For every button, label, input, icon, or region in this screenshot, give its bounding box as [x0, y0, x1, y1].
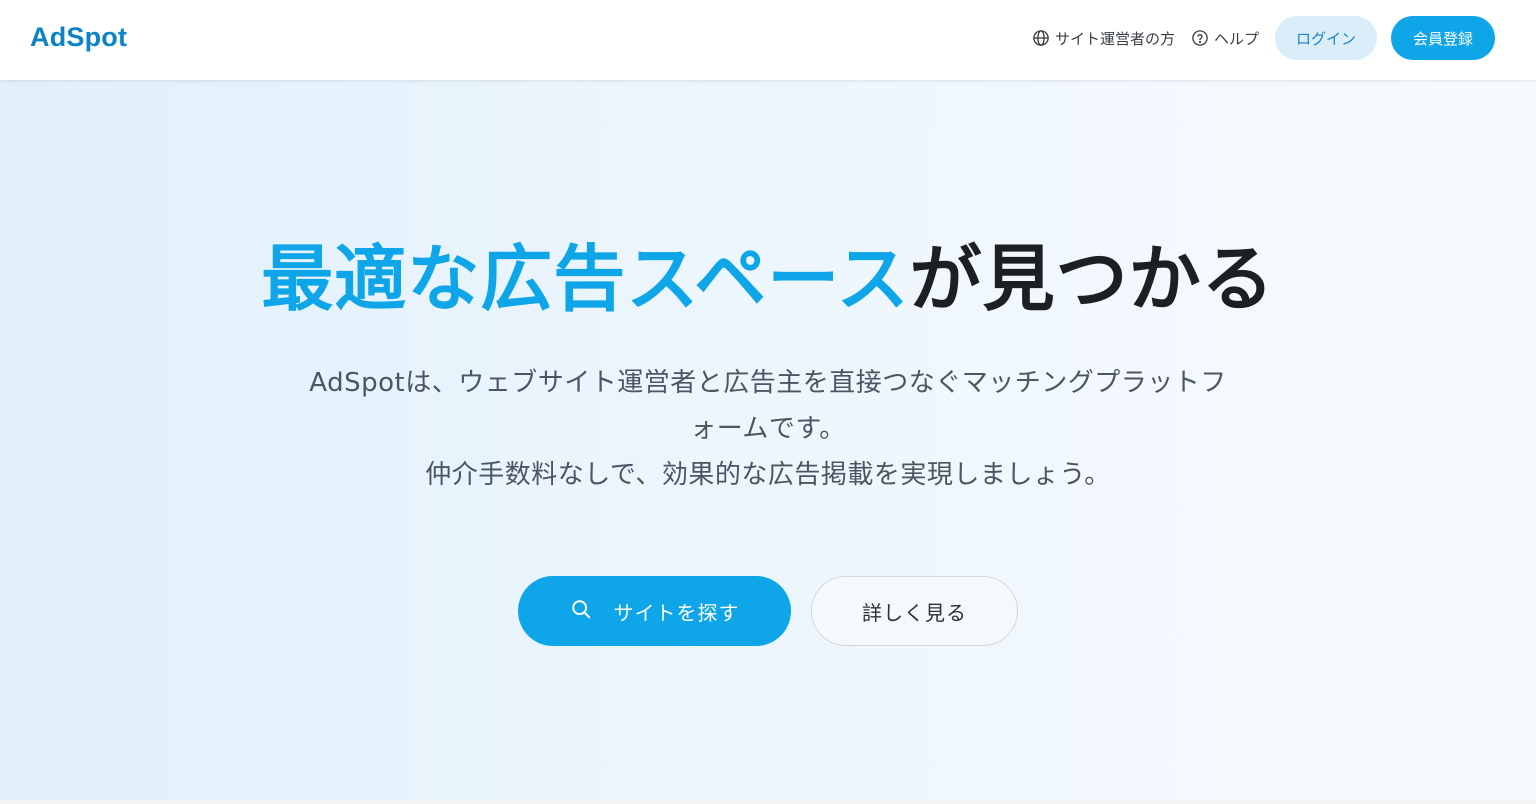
hero-description: AdSpotは、ウェブサイト運営者と広告主を直接つなぐマッチングプラットフォーム… [268, 360, 1268, 498]
headline-rest: が見つかる [909, 237, 1275, 321]
search-sites-button[interactable]: サイトを探す [518, 576, 791, 646]
description-line-2: 仲介手数料なしで、効果的な広告掲載を実現しましょう。 [425, 460, 1111, 490]
help-link[interactable]: ヘルプ [1191, 28, 1259, 49]
section-divider [0, 800, 1536, 804]
globe-icon [1032, 29, 1050, 47]
logo[interactable]: AdSpot [30, 22, 127, 53]
learn-more-button[interactable]: 詳しく見る [811, 576, 1018, 646]
description-line-1: AdSpotは、ウェブサイト運営者と広告主を直接つなぐマッチングプラットフォーム… [309, 368, 1227, 444]
header-nav: サイト運営者の方 ヘルプ ログイン 会員登録 [1032, 16, 1495, 60]
search-button-label: サイトを探す [613, 600, 740, 625]
question-circle-icon [1191, 29, 1209, 47]
register-button[interactable]: 会員登録 [1391, 16, 1495, 60]
help-label: ヘルプ [1213, 29, 1259, 48]
search-icon [570, 598, 592, 625]
site-owner-link[interactable]: サイト運営者の方 [1032, 28, 1175, 49]
cta-buttons: サイトを探す 詳しく見る [0, 576, 1536, 646]
headline-accent: 最適な広告スペース [261, 237, 910, 321]
site-owner-label: サイト運営者の方 [1054, 29, 1175, 48]
login-button[interactable]: ログイン [1275, 16, 1377, 60]
hero-headline: 最適な広告スペースが見つかる [0, 234, 1536, 324]
site-header: AdSpot サイト運営者の方 ヘルプ ログイン 会員登録 [0, 0, 1536, 80]
